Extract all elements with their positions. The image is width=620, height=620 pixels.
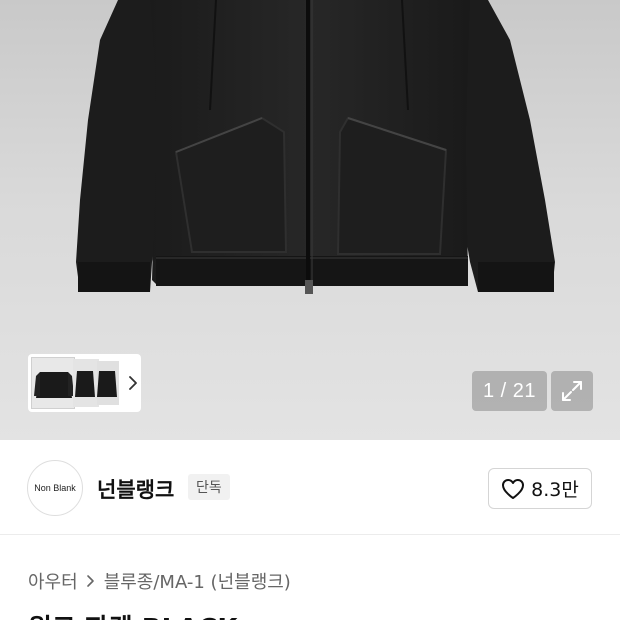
heart-outline-icon (502, 478, 525, 499)
exclusive-badge: 단독 (188, 474, 230, 500)
expand-image-button[interactable] (551, 371, 593, 411)
chevron-right-icon (129, 376, 137, 390)
breadcrumb-item-subcategory[interactable]: 블루종/MA-1 (넌블랭크) (104, 568, 291, 594)
thumbnail-jacket-side (75, 371, 95, 397)
like-button[interactable]: 8.3만 (488, 468, 592, 509)
product-title: 워크 자켓 BLACK (28, 608, 238, 620)
thumbnail-jacket-back (97, 371, 117, 397)
brand-name-link[interactable]: 넌블랭크 (97, 474, 174, 504)
thumbnail-jacket-front (34, 372, 74, 398)
thumbnail-next-button[interactable] (125, 357, 141, 409)
brand-logo[interactable]: Non Blank (27, 460, 83, 516)
thumbnail-images[interactable] (31, 357, 125, 409)
brand-logo-text: Non Blank (34, 483, 76, 493)
breadcrumb: 아우터 블루종/MA-1 (넌블랭크) (28, 568, 291, 594)
thumbnail-3[interactable] (97, 361, 119, 405)
brand-row: Non Blank 넌블랭크 단독 8.3만 (0, 440, 620, 535)
thumbnail-2[interactable] (73, 359, 99, 407)
expand-arrows-icon (562, 381, 582, 401)
like-count: 8.3만 (531, 479, 579, 501)
product-image-gallery[interactable]: 1 / 21 (0, 0, 620, 440)
thumbnail-1[interactable] (31, 357, 75, 409)
thumbnail-strip[interactable] (28, 354, 141, 412)
chevron-right-icon (86, 575, 94, 587)
image-page-counter: 1 / 21 (472, 371, 547, 411)
breadcrumb-item-category[interactable]: 아우터 (28, 568, 78, 594)
